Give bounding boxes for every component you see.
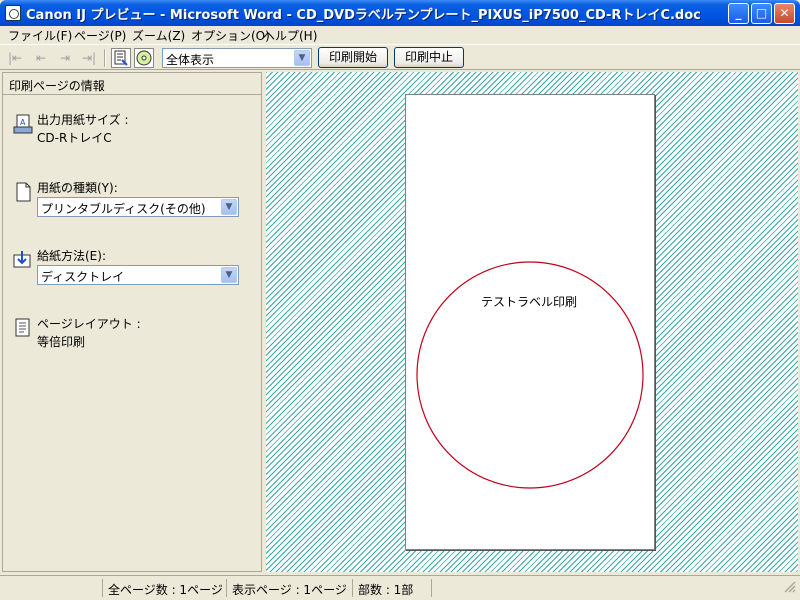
media-type-icon [13,181,33,203]
status-total-pages-text: 全ページ数 : 1ページ [108,583,223,597]
page-layout-value: 等倍印刷 [37,335,86,349]
menu-file[interactable]: ファイル(F) [8,27,72,44]
svg-text:A: A [20,118,26,127]
menu-options[interactable]: オプション(O) [191,27,270,44]
preview-label-text: テストラベル印刷 [481,295,578,309]
print-info-panel: 印刷ページの情報 A 出力用紙サイズ : CD-RトレイC 用紙の種類(Y): … [2,72,262,572]
menu-bar: ファイル(F) ページ(P) ズーム(Z) オプション(O) ヘルプ(H) [0,26,800,44]
minimize-button[interactable]: _ [728,3,749,24]
toolbar-separator [104,49,106,67]
status-copies-text: 部数 : 1部 [358,583,414,597]
chevron-down-icon[interactable]: ▼ [294,50,310,66]
paper-size-icon: A [13,113,33,135]
output-paper-value: CD-RトレイC [37,131,112,145]
status-bar: 全ページ数 : 1ページ 表示ページ : 1ページ 部数 : 1部 [0,575,800,600]
preview-page: テストラベル印刷 [405,94,655,550]
menu-zoom[interactable]: ズーム(Z) [132,27,185,44]
preview-area[interactable]: テストラベル印刷 [266,72,798,572]
resize-grip-icon[interactable] [782,579,798,597]
menu-page[interactable]: ページ(P) [74,27,126,44]
paper-source-value: ディスクトレイ [41,270,125,284]
media-type-label: 用紙の種類(Y): [37,181,118,195]
status-display-page-text: 表示ページ : 1ページ [232,583,347,597]
previous-page-icon[interactable]: ⇤ [32,49,50,67]
last-page-icon[interactable]: ⇥| [80,49,98,67]
chevron-down-icon[interactable]: ▼ [221,199,237,215]
panel-header: 印刷ページの情報 [3,73,261,95]
output-paper-label: 出力用紙サイズ : [37,113,129,127]
maximize-button[interactable]: □ [751,3,772,24]
status-display-page: 表示ページ : 1ページ [226,579,352,597]
media-type-value: プリンタブルディスク(その他) [41,202,206,216]
disc-icon[interactable] [134,48,154,68]
printer-app-icon[interactable] [5,5,21,21]
page-info-icon[interactable] [111,48,131,68]
window-title: Canon IJ プレビュー - Microsoft Word - CD_DVD… [26,8,701,23]
media-type-select[interactable]: プリンタブルディスク(その他) ▼ [37,197,239,217]
chevron-down-icon[interactable]: ▼ [221,267,237,283]
disc-label-outline [416,261,644,489]
paper-source-label: 給紙方法(E): [37,249,106,263]
paper-source-icon [13,249,33,271]
toolbar: |⇤ ⇤ ⇥ ⇥| 全体表示 ▼ 印刷開始 印刷中止 [0,44,800,70]
print-stop-button[interactable]: 印刷中止 [394,47,464,68]
page-layout-icon [13,317,33,339]
page-layout-label: ページレイアウト : [37,317,141,331]
menu-help[interactable]: ヘルプ(H) [263,27,317,44]
close-button[interactable]: ✕ [774,3,795,24]
status-copies: 部数 : 1部 [352,579,432,597]
first-page-icon[interactable]: |⇤ [6,49,24,67]
view-mode-value: 全体表示 [166,53,215,67]
paper-source-select[interactable]: ディスクトレイ ▼ [37,265,239,285]
status-total-pages: 全ページ数 : 1ページ [102,579,226,597]
next-page-icon[interactable]: ⇥ [56,49,74,67]
panel-title: 印刷ページの情報 [9,79,105,93]
title-bar: Canon IJ プレビュー - Microsoft Word - CD_DVD… [0,0,800,26]
print-start-button[interactable]: 印刷開始 [318,47,388,68]
view-mode-select[interactable]: 全体表示 ▼ [162,48,312,68]
